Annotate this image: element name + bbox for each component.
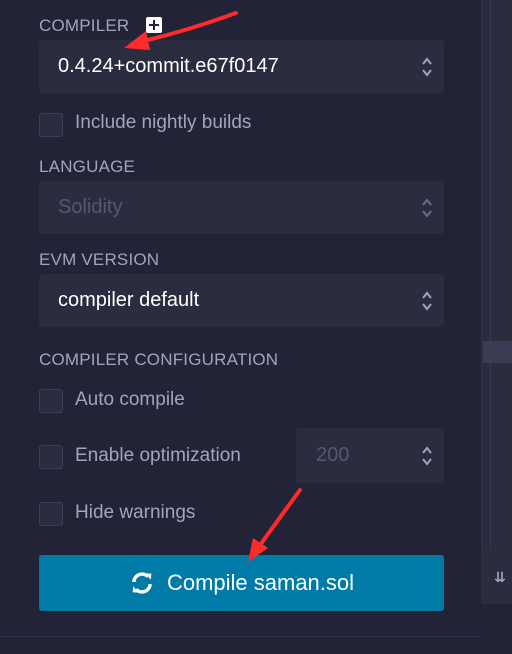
optimization-runs-value: 200 [316, 444, 350, 466]
compile-button-label: Compile saman.sol [166, 570, 355, 595]
optimization-runs-input: 200 [296, 428, 444, 483]
evm-version-label: EVM VERSION [39, 250, 160, 269]
compile-button[interactable]: Compile saman.sol [39, 555, 444, 611]
updown-arrows-icon [422, 57, 432, 77]
updown-arrows-icon [422, 446, 432, 466]
language-label: LANGUAGE [39, 157, 136, 176]
updown-arrows-icon [422, 291, 432, 311]
auto-compile-checkbox[interactable] [39, 389, 63, 413]
evm-version-select[interactable]: compiler default [39, 274, 444, 327]
rail-scroll-track [490, 0, 512, 604]
compiler-version-value: 0.4.24+commit.e67f0147 [58, 55, 279, 77]
rail-bottom [481, 604, 512, 654]
enable-optimization-label: Enable optimization [75, 445, 241, 466]
rail-scroll-thumb[interactable] [483, 341, 512, 363]
double-chevron-down-icon[interactable]: ⇊ [492, 570, 508, 586]
include-nightly-label: Include nightly builds [75, 112, 252, 133]
evm-version-value: compiler default [58, 289, 200, 311]
plus-square-icon[interactable] [146, 17, 162, 33]
language-select: Solidity [39, 181, 444, 234]
enable-optimization-checkbox[interactable] [39, 445, 63, 469]
compiler-configuration-label: COMPILER CONFIGURATION [39, 350, 279, 369]
panel-bottom [0, 637, 481, 654]
compiler-settings: COMPILER 0.4.24+commit.e67f0147 Include … [0, 0, 481, 636]
auto-compile-label: Auto compile [75, 389, 185, 410]
refresh-icon [132, 572, 152, 594]
updown-arrows-icon [422, 198, 432, 218]
compiler-label: COMPILER [39, 16, 130, 35]
solidity-compiler-panel: COMPILER 0.4.24+commit.e67f0147 Include … [0, 0, 512, 654]
hide-warnings-checkbox[interactable] [39, 502, 63, 526]
compiler-version-select[interactable]: 0.4.24+commit.e67f0147 [39, 40, 444, 93]
language-value: Solidity [58, 196, 123, 218]
include-nightly-checkbox[interactable] [39, 113, 63, 137]
hide-warnings-label: Hide warnings [75, 502, 196, 523]
